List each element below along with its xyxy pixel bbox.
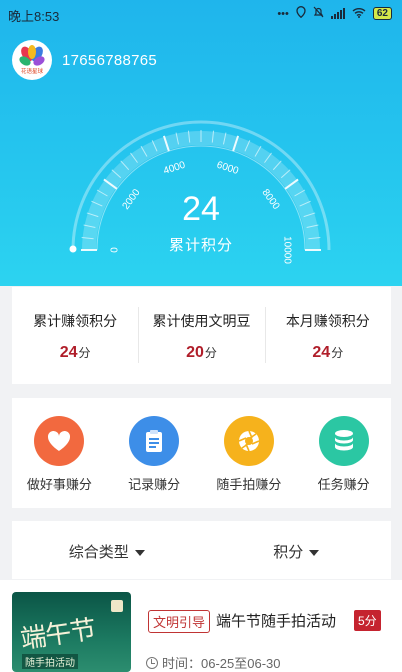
signal-icon [330, 8, 345, 19]
good-deed-button[interactable]: 做好事赚分 [12, 398, 107, 508]
stat-month-earned: 本月赚领积分 24分 [264, 287, 391, 384]
database-icon [318, 416, 369, 466]
filter-type-dropdown[interactable]: 综合类型 [12, 521, 202, 579]
clock-icon [146, 656, 158, 669]
action-label: 随手拍赚分 [216, 477, 282, 492]
user-phone: 17656788765 [62, 51, 158, 69]
status-icons: ••• 62 [277, 6, 392, 21]
camera-aperture-icon [223, 416, 274, 466]
stat-label: 累计使用文明豆 [152, 313, 251, 329]
stat-value: 20分 [138, 344, 264, 362]
gauge-tick-label: 4000 [162, 160, 187, 177]
location-icon [296, 6, 306, 21]
filter-points-dropdown[interactable]: 积分 [202, 521, 392, 579]
mute-bell-icon [313, 6, 324, 21]
earn-actions-panel: 做好事赚分 记录赚分 随手拍赚分 任务赚分 [12, 398, 391, 508]
filter-bar: 综合类型 积分 [12, 521, 391, 579]
thumbnail-badge-icon [111, 600, 123, 612]
gauge-value: 24 [182, 190, 220, 228]
activity-points-badge: 5分 [354, 610, 381, 631]
status-bar: 晚上8:53 ••• 62 [0, 0, 402, 26]
stat-number: 20 [186, 344, 204, 361]
record-button[interactable]: 记录赚分 [107, 398, 202, 508]
stat-label: 本月赚领积分 [285, 313, 370, 329]
activity-thumbnail[interactable]: 端午节 随手拍活动 [12, 592, 131, 672]
activity-time: 时间：06-25至06-30 [146, 653, 281, 672]
caret-down-icon [134, 550, 145, 557]
battery-indicator: 62 [372, 7, 392, 20]
filter-label: 积分 [273, 544, 304, 561]
status-time: 晚上8:53 [8, 9, 60, 24]
stat-unit: 分 [331, 346, 344, 360]
more-dots-icon: ••• [277, 7, 289, 20]
stats-panel: 累计赚领积分 24分 累计使用文明豆 20分 本月赚领积分 24分 [12, 287, 391, 384]
gauge-tick-label: 6000 [215, 160, 240, 177]
thumbnail-title: 端午节 [18, 614, 98, 656]
stat-number: 24 [312, 344, 331, 361]
stat-value: 24分 [265, 344, 391, 362]
stat-unit: 分 [78, 346, 91, 360]
action-label: 任务赚分 [317, 477, 370, 492]
activity-time-text: 时间：06-25至06-30 [162, 656, 281, 671]
caret-down-icon [309, 550, 320, 557]
stat-number: 24 [59, 344, 78, 361]
task-button[interactable]: 任务赚分 [296, 398, 391, 508]
activity-title: 端午节随手拍活动 [216, 613, 337, 630]
action-label: 做好事赚分 [26, 477, 92, 492]
stat-total-earned: 累计赚领积分 24分 [12, 287, 138, 384]
clipboard-icon [129, 416, 180, 466]
wifi-icon [352, 7, 366, 21]
stat-label: 累计赚领积分 [33, 313, 118, 329]
heart-icon [34, 416, 85, 466]
activity-tag: 文明引导 [148, 610, 211, 633]
filter-label: 综合类型 [68, 544, 129, 561]
stat-unit: 分 [204, 346, 217, 360]
stat-value: 24分 [12, 344, 138, 362]
activity-card[interactable]: 端午节 随手拍活动 文明引导 端午节随手拍活动 5分 时间：06-25至06-3… [0, 580, 402, 672]
gauge-label: 累计积分 [168, 237, 233, 254]
action-label: 记录赚分 [128, 477, 181, 492]
stat-total-used: 累计使用文明豆 20分 [138, 287, 264, 384]
thumbnail-subtitle: 随手拍活动 [22, 654, 78, 669]
snapshot-button[interactable]: 随手拍赚分 [202, 398, 297, 508]
